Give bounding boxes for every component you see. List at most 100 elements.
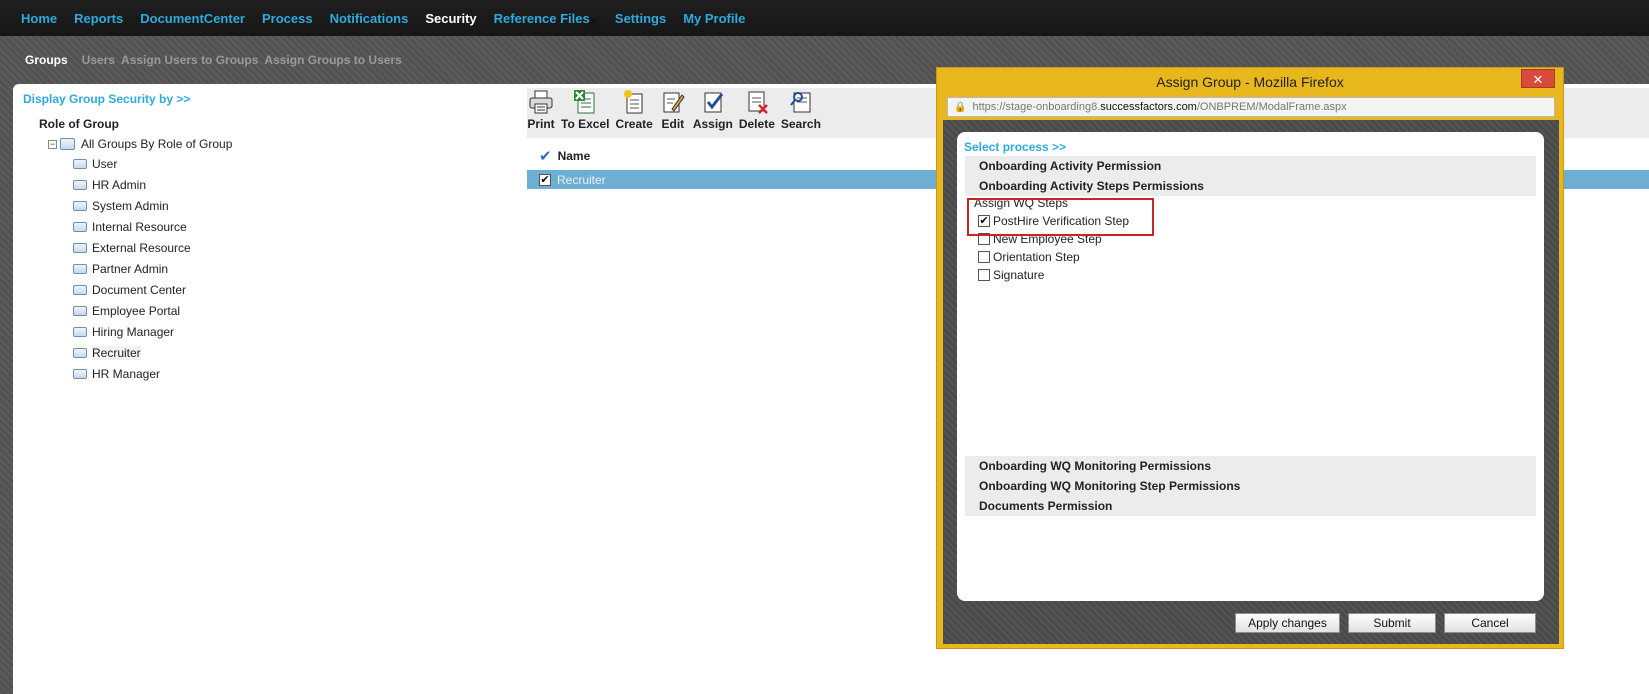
tree-item-recruiter[interactable]: Recruiter [73,342,503,363]
group-icon [73,347,87,358]
tree-item-hiring-manager[interactable]: Hiring Manager [73,321,503,342]
group-icon [73,158,87,169]
assign-group-modal: Assign Group - Mozilla Firefox ✕ 🔒 https… [936,67,1564,649]
modal-title: Assign Group - Mozilla Firefox [1156,74,1344,90]
section-onboarding-wq-monitoring-step-permissions[interactable]: Onboarding WQ Monitoring Step Permission… [965,476,1536,496]
create-icon [620,88,648,116]
close-icon[interactable]: ✕ [1521,69,1555,88]
tree-root-node[interactable]: − All Groups By Role of Group [48,137,503,151]
section-onboarding-wq-monitoring-permissions[interactable]: Onboarding WQ Monitoring Permissions [965,456,1536,476]
url-path: /ONBPREM/ModalFrame.aspx [1196,101,1347,113]
print-label: Print [527,117,555,131]
group-tree-pane: Display Group Security by >> Role of Gro… [23,92,503,384]
select-all-check-icon[interactable]: ✔ [539,147,552,165]
url-host: successfactors.com [1100,101,1197,113]
row-checkbox[interactable]: ✔ [539,173,551,186]
printer-icon [527,88,555,116]
tree-children: User HR Admin System Admin Internal Reso… [73,153,503,384]
to-excel-label: To Excel [561,117,610,131]
group-icon [73,263,87,274]
cancel-button[interactable]: Cancel [1444,613,1536,633]
tree-root-label: All Groups By Role of Group [81,137,233,151]
tree-item-hr-manager[interactable]: HR Manager [73,363,503,384]
tree-item-external-resource[interactable]: External Resource [73,237,503,258]
subnav-assign-users-to-groups[interactable]: Assign Users to Groups [121,53,258,67]
modal-body: Select process >> Onboarding Activity Pe… [943,120,1559,644]
row-name: Recruiter [557,172,606,187]
subnav-users[interactable]: Users [82,53,115,67]
edit-label: Edit [661,117,685,131]
nav-security[interactable]: Security [425,11,476,26]
group-icon [73,179,87,190]
modal-footer: Apply changes Submit Cancel [943,613,1559,637]
step-checkbox[interactable] [978,269,990,281]
tree-item-user[interactable]: User [73,153,503,174]
nav-reference-files-label: Reference Files [493,10,590,26]
nav-notifications[interactable]: Notifications [330,11,409,26]
print-button[interactable]: Print [527,88,555,131]
tree-item-label: Recruiter [92,345,141,360]
assign-button[interactable]: Assign [693,88,733,131]
group-icon [73,305,87,316]
nav-reports[interactable]: Reports [74,11,123,26]
delete-icon [743,88,771,116]
search-icon [787,88,815,116]
annotation-highlight-box [967,198,1154,236]
tree-item-system-admin[interactable]: System Admin [73,195,503,216]
url-prefix: https://stage-onboarding8. [972,101,1101,113]
step-checkbox[interactable] [978,251,990,263]
step-signature[interactable]: Signature [978,268,1044,282]
collapse-toggle-icon[interactable]: − [48,139,57,149]
tree-item-document-center[interactable]: Document Center [73,279,503,300]
tree-item-label: HR Admin [92,177,147,192]
assign-icon [699,88,727,116]
step-label: Orientation Step [993,250,1080,264]
submenu-arrow-icon: ▶ [591,15,598,25]
edit-button[interactable]: Edit [659,88,687,131]
section-onboarding-activity-steps-permissions[interactable]: Onboarding Activity Steps Permissions [965,176,1536,196]
to-excel-button[interactable]: To Excel [561,88,609,131]
delete-button[interactable]: Delete [739,88,775,131]
tree-item-internal-resource[interactable]: Internal Resource [73,216,503,237]
create-button[interactable]: Create [615,88,653,131]
url-bar: 🔒 https://stage-onboarding8. successfacto… [947,97,1555,117]
tree-item-label: System Admin [92,198,169,213]
edit-icon [659,88,687,116]
tree-item-label: User [92,156,118,171]
tree-item-hr-admin[interactable]: HR Admin [73,174,503,195]
submit-button[interactable]: Submit [1348,613,1436,633]
search-label: Search [780,117,821,131]
nav-my-profile[interactable]: My Profile [683,11,745,26]
step-orientation[interactable]: Orientation Step [978,250,1080,264]
group-folder-icon [60,138,75,150]
nav-home[interactable]: Home [21,11,57,26]
create-label: Create [615,117,653,131]
tree-item-label: Hiring Manager [92,324,175,339]
tree-item-label: HR Manager [92,366,161,381]
group-icon [73,242,87,253]
subnav-assign-groups-to-users[interactable]: Assign Groups to Users [264,53,401,67]
excel-icon [571,88,599,116]
nav-process[interactable]: Process [262,11,313,26]
subnav-groups[interactable]: Groups [25,53,68,67]
display-group-security-by-link[interactable]: Display Group Security by >> [23,92,503,106]
tree-item-label: Internal Resource [92,219,187,234]
search-button[interactable]: Search [781,88,821,131]
step-label: Signature [993,268,1045,282]
group-icon [73,284,87,295]
column-header-name[interactable]: Name [558,149,591,163]
section-documents-permission[interactable]: Documents Permission [965,496,1536,516]
tree-item-partner-admin[interactable]: Partner Admin [73,258,503,279]
nav-reference-files[interactable]: Reference Files ▶ [494,11,598,26]
lock-icon: 🔒 [954,101,967,113]
section-onboarding-activity-permission[interactable]: Onboarding Activity Permission [965,156,1536,176]
group-icon [73,221,87,232]
modal-content: Select process >> Onboarding Activity Pe… [957,132,1544,601]
nav-documentcenter[interactable]: DocumentCenter [140,11,245,26]
group-icon [73,326,87,337]
apply-changes-button[interactable]: Apply changes [1235,613,1340,633]
tree-item-employee-portal[interactable]: Employee Portal [73,300,503,321]
select-process-link[interactable]: Select process >> [964,140,1066,154]
nav-settings[interactable]: Settings [615,11,666,26]
tree-item-label: Partner Admin [92,261,169,276]
